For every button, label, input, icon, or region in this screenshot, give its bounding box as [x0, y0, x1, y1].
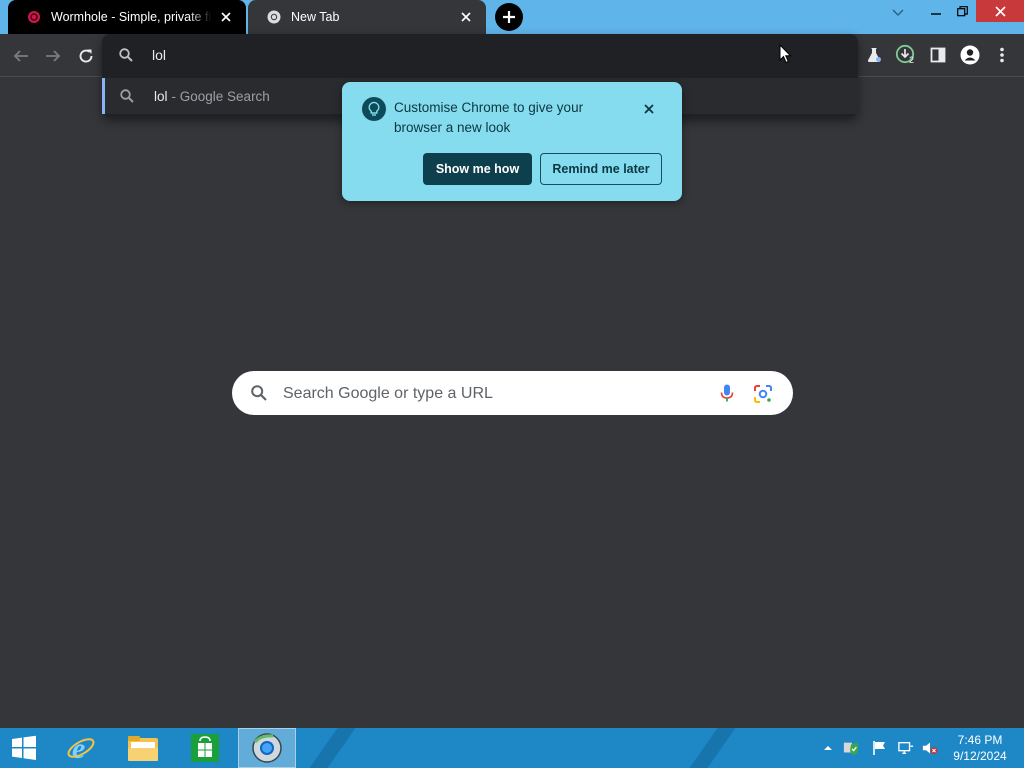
labs-button[interactable]	[862, 43, 886, 67]
tray-security[interactable]	[843, 740, 859, 756]
close-icon	[994, 5, 1006, 17]
search-icon	[251, 385, 267, 401]
show-me-how-button[interactable]: Show me how	[423, 153, 532, 185]
volume-muted-icon	[922, 742, 938, 755]
folder-icon	[128, 736, 158, 761]
tab-title: New Tab	[291, 10, 340, 24]
wormhole-logo-icon	[26, 9, 42, 25]
forward-button[interactable]	[41, 44, 65, 68]
lightbulb-icon	[362, 97, 386, 121]
customise-chrome-promo: Customise Chrome to give your browser a …	[342, 82, 682, 201]
promo-close-button[interactable]	[640, 100, 658, 118]
tab-strip: Wormhole - Simple, private file sharing …	[0, 0, 1024, 34]
avatar-icon	[960, 45, 980, 65]
clock-date: 9/12/2024	[953, 749, 1007, 763]
reload-icon	[79, 49, 93, 63]
close-icon	[644, 104, 654, 114]
taskbar-clock[interactable]: 7:46 PM 9/12/2024	[944, 732, 1016, 764]
close-icon[interactable]	[218, 9, 234, 25]
kebab-menu-icon	[1000, 47, 1004, 63]
tray-action-center[interactable]	[872, 740, 888, 756]
reload-button[interactable]	[74, 44, 98, 68]
mouse-cursor-icon	[779, 44, 792, 64]
taskbar-decoration	[675, 728, 743, 768]
restore-button[interactable]	[951, 0, 973, 22]
restore-icon	[956, 5, 968, 16]
ntp-search-input[interactable]	[283, 383, 703, 405]
tray-volume[interactable]	[922, 740, 938, 756]
suggestion-text: lol	[154, 88, 168, 104]
network-icon	[898, 742, 914, 754]
security-shield-icon	[843, 742, 859, 756]
remind-me-later-button[interactable]: Remind me later	[540, 153, 662, 185]
flag-icon	[873, 741, 885, 755]
taskbar-decoration	[295, 728, 363, 768]
new-tab-button[interactable]	[495, 3, 523, 31]
chrome-menu-button[interactable]	[990, 43, 1014, 67]
taskbar: e 7:46 PM 9/12/2024	[0, 728, 1024, 768]
taskbar-internet-explorer[interactable]: e	[52, 728, 110, 768]
downloads-button[interactable]: 2	[894, 43, 918, 67]
ntp-search-box[interactable]	[232, 371, 793, 415]
search-icon	[120, 89, 134, 103]
profile-button[interactable]	[958, 43, 982, 67]
flask-icon	[867, 48, 881, 62]
chrome-icon	[252, 733, 282, 763]
clock-time: 7:46 PM	[957, 733, 1003, 747]
tab-search-button[interactable]	[886, 2, 910, 24]
tray-network[interactable]	[898, 740, 914, 756]
start-button[interactable]	[0, 728, 48, 768]
download-count: 2	[909, 55, 915, 65]
tab-wormhole[interactable]: Wormhole - Simple, private file sharing	[8, 0, 246, 34]
minimize-icon	[931, 13, 941, 15]
svg-text:e: e	[72, 733, 85, 763]
search-icon	[119, 48, 133, 62]
side-panel-icon	[930, 47, 946, 63]
chevron-down-icon	[892, 9, 904, 16]
arrow-left-icon	[13, 50, 28, 62]
side-panel-button[interactable]	[926, 43, 950, 67]
taskbar-chrome[interactable]	[238, 728, 296, 768]
tab-new-tab[interactable]: New Tab	[248, 0, 486, 34]
show-hidden-icons-button[interactable]	[820, 740, 836, 756]
arrow-right-icon	[46, 50, 61, 62]
google-lens-icon[interactable]	[752, 383, 774, 405]
taskbar-store[interactable]	[176, 728, 234, 768]
store-icon	[191, 734, 219, 762]
close-icon[interactable]	[458, 9, 474, 25]
suggestion-description: - Google Search	[171, 88, 270, 104]
windows-logo-icon	[12, 735, 36, 760]
chrome-logo-icon	[266, 9, 282, 25]
promo-message: Customise Chrome to give your browser a …	[394, 100, 584, 135]
chevron-up-icon	[824, 746, 832, 750]
tab-title: Wormhole - Simple, private file sharing	[51, 10, 212, 24]
omnibox[interactable]	[102, 34, 858, 76]
microphone-icon[interactable]	[717, 383, 737, 403]
minimize-button[interactable]	[925, 0, 947, 22]
omnibox-input[interactable]	[152, 45, 752, 65]
taskbar-file-explorer[interactable]	[114, 728, 172, 768]
back-button[interactable]	[9, 44, 33, 68]
internet-explorer-icon: e	[67, 733, 95, 763]
window-close-button[interactable]	[976, 0, 1024, 22]
plus-icon	[503, 11, 515, 23]
